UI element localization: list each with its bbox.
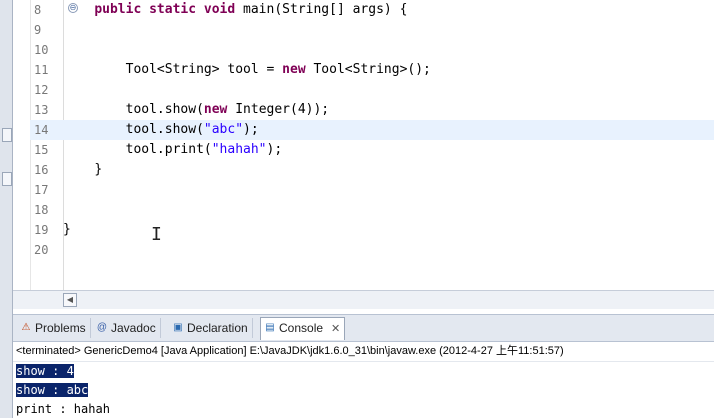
- console-output[interactable]: show : 4 show : abc print : hahah: [13, 362, 714, 418]
- tab-label: Javadoc: [111, 321, 156, 335]
- code-line[interactable]: 9: [30, 20, 714, 40]
- minimize-icon[interactable]: [2, 128, 12, 142]
- declaration-icon: ▣: [173, 322, 183, 333]
- horizontal-scrollbar[interactable]: ◀: [13, 290, 714, 309]
- code-line[interactable]: 10: [30, 40, 714, 60]
- code-text: public static void main(String[] args) {: [63, 0, 407, 20]
- code-text: }: [63, 220, 71, 240]
- line-number: 12: [34, 83, 49, 97]
- code-token: tool.show(: [125, 102, 204, 117]
- code-token: Tool<String>();: [305, 62, 431, 77]
- code-token: }: [63, 222, 71, 237]
- code-line[interactable]: 18: [30, 200, 714, 220]
- string-token: "abc": [203, 122, 244, 137]
- code-token: }: [94, 162, 103, 177]
- line-number: 8: [34, 3, 42, 17]
- keyword-token: new: [282, 62, 306, 77]
- string-token: "hahah": [211, 142, 267, 157]
- line-number: 13: [34, 103, 49, 117]
- selected-output-text: show : abc: [16, 383, 89, 397]
- tab-problems[interactable]: ⚠ Problems: [17, 318, 91, 338]
- code-token: tool.show(: [125, 122, 204, 137]
- restore-icon[interactable]: [2, 172, 12, 186]
- code-token: tool.print(: [125, 142, 212, 157]
- code-line[interactable]: 15 tool.print("hahah");: [30, 140, 714, 160]
- code-line[interactable]: 20: [30, 240, 714, 260]
- code-text: Tool<String> tool = new Tool<String>();: [63, 60, 431, 80]
- tab-label: Declaration: [187, 321, 248, 335]
- line-number: 20: [34, 243, 49, 257]
- code-text: tool.show("abc");: [63, 120, 259, 140]
- code-token: main(String[] args) {: [235, 2, 408, 17]
- code-text: tool.print("hahah");: [63, 140, 283, 160]
- output-text: print : hahah: [16, 402, 110, 416]
- line-number: 19: [34, 223, 49, 237]
- selected-output-text: show : 4: [16, 364, 74, 378]
- console-status: <terminated> GenericDemo4 [Java Applicat…: [13, 342, 714, 362]
- line-number: 16: [34, 163, 49, 177]
- tab-console[interactable]: ▤ Console ✕: [260, 317, 346, 340]
- console-line: show : 4: [16, 362, 74, 381]
- code-line[interactable]: 11 Tool<String> tool = new Tool<String>(…: [30, 60, 714, 80]
- line-number: 9: [34, 23, 42, 37]
- tab-declaration[interactable]: ▣ Declaration: [169, 318, 253, 338]
- code-line[interactable]: 16 }: [30, 160, 714, 180]
- code-text: tool.show(new Integer(4));: [63, 100, 330, 120]
- tab-label: Console: [279, 321, 324, 335]
- line-number: 10: [34, 43, 49, 57]
- code-line[interactable]: 13 tool.show(new Integer(4));: [30, 100, 714, 120]
- tab-javadoc[interactable]: @ Javadoc: [93, 318, 161, 338]
- code-token: );: [266, 142, 283, 157]
- code-line[interactable]: 12: [30, 80, 714, 100]
- code-token: Integer(4));: [227, 102, 330, 117]
- view-tab-bar: ⚠ Problems @ Javadoc ▣ Declaration ▤ Console ✕: [13, 314, 714, 342]
- code-editor[interactable]: I 8 ⊖ public static void main(String[] ar…: [13, 0, 714, 310]
- line-number: 11: [34, 63, 49, 77]
- line-number: 17: [34, 183, 49, 197]
- close-icon[interactable]: ✕: [331, 323, 340, 335]
- code-token: );: [243, 122, 259, 137]
- problems-icon: ⚠: [21, 322, 31, 333]
- code-line[interactable]: 14 tool.show("abc");: [30, 120, 714, 140]
- tab-label: Problems: [35, 321, 86, 335]
- console-line: print : hahah: [16, 400, 110, 419]
- code-line[interactable]: 17: [30, 180, 714, 200]
- javadoc-icon: @: [96, 322, 108, 333]
- console-line: show : abc: [16, 381, 89, 400]
- keyword-token: new: [203, 102, 228, 117]
- console-icon: ▤: [265, 322, 275, 333]
- line-number: 15: [34, 143, 49, 157]
- line-number: 18: [34, 203, 49, 217]
- keyword-token: public static void: [94, 2, 236, 17]
- overview-ruler: [13, 0, 31, 290]
- scroll-left-icon[interactable]: ◀: [63, 293, 77, 307]
- code-text: }: [63, 160, 102, 180]
- code-line[interactable]: 19}: [30, 220, 714, 240]
- line-number: 14: [34, 123, 49, 137]
- code-line[interactable]: 8 ⊖ public static void main(String[] args…: [30, 0, 714, 20]
- code-token: Tool<String> tool =: [125, 62, 283, 77]
- left-panel-strip: [0, 0, 13, 418]
